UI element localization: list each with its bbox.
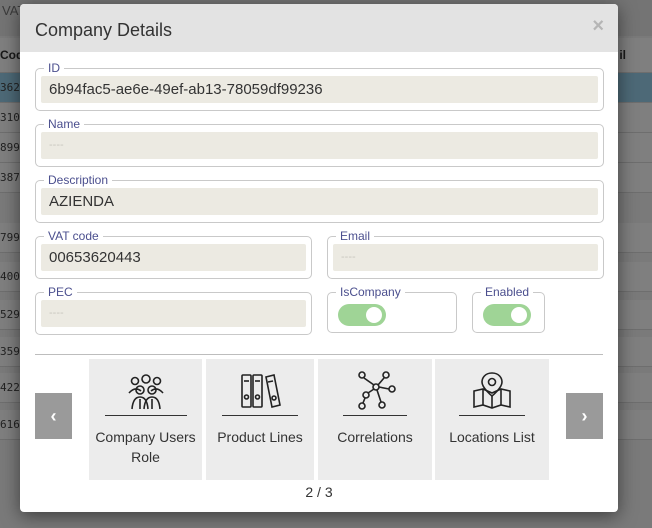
vat-code-field: VAT code 00653620443 (35, 229, 312, 279)
email-field: Email ---- (327, 229, 604, 279)
email-label: Email (336, 229, 375, 243)
pec-input[interactable]: ---- (41, 300, 306, 327)
carousel-prev-button[interactable]: ‹ (35, 393, 72, 439)
network-nodes-icon (318, 369, 432, 413)
card-underline (222, 415, 298, 416)
is-company-field: IsCompany (327, 285, 457, 333)
description-input[interactable]: AZIENDA (41, 188, 598, 215)
id-label: ID (44, 61, 64, 75)
card-label: Locations List (449, 429, 535, 445)
card-underline (105, 415, 187, 416)
card-label: Product Lines (217, 429, 303, 445)
pec-field: PEC ---- (35, 285, 312, 335)
enabled-label: Enabled (481, 285, 534, 299)
company-details-modal: Company Details × ID 6b94fac5-ae6e-49ef-… (20, 4, 618, 512)
description-field: Description AZIENDA (35, 173, 604, 223)
carousel-page-indicator: 2 / 3 (305, 484, 333, 500)
card-underline (343, 415, 407, 416)
modal-title: Company Details (35, 20, 173, 40)
card-company-users-role[interactable]: Company Users Role (89, 359, 202, 480)
vat-code-input[interactable]: 00653620443 (41, 244, 306, 271)
name-label: Name (44, 117, 85, 131)
users-group-icon (89, 369, 202, 413)
pec-label: PEC (44, 285, 77, 299)
id-input[interactable]: 6b94fac5-ae6e-49ef-ab13-78059df99236 (41, 76, 598, 103)
card-label: Company Users Role (95, 429, 196, 465)
id-field: ID 6b94fac5-ae6e-49ef-ab13-78059df99236 (35, 61, 604, 111)
close-button[interactable]: × (592, 16, 604, 36)
email-input[interactable]: ---- (333, 244, 598, 271)
enabled-field: Enabled (472, 285, 545, 333)
description-label: Description (44, 173, 113, 187)
card-label: Correlations (337, 429, 413, 445)
is-company-label: IsCompany (336, 285, 405, 299)
is-company-toggle[interactable] (338, 304, 386, 326)
name-field: Name ---- (35, 117, 604, 167)
card-product-lines[interactable]: Product Lines (206, 359, 314, 480)
toggle-knob (366, 307, 382, 323)
vat-code-label: VAT code (44, 229, 103, 243)
name-input[interactable]: ---- (41, 132, 598, 159)
map-pin-icon (435, 369, 549, 413)
modal-header: Company Details × (20, 4, 618, 52)
toggle-knob (511, 307, 527, 323)
card-correlations[interactable]: Correlations (318, 359, 432, 480)
divider (35, 354, 603, 355)
card-underline (459, 415, 525, 416)
binders-icon (206, 369, 314, 413)
card-locations-list[interactable]: Locations List (435, 359, 549, 480)
carousel-next-button[interactable]: › (566, 393, 603, 439)
enabled-toggle[interactable] (483, 304, 531, 326)
